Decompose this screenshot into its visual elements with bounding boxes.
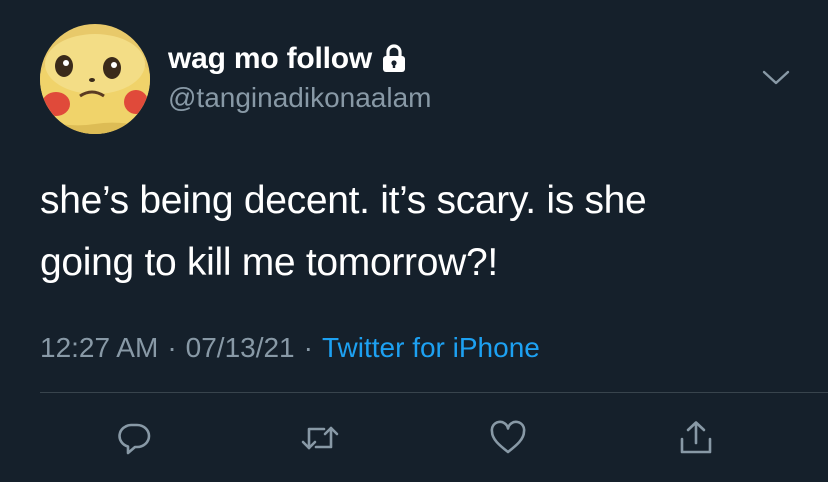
avatar[interactable] bbox=[40, 24, 150, 134]
meta-separator: · bbox=[303, 332, 313, 363]
tweet-time[interactable]: 12:27 AM bbox=[40, 332, 158, 363]
retweet-icon bbox=[300, 420, 340, 456]
meta-separator: · bbox=[167, 332, 177, 363]
lock-icon bbox=[382, 44, 406, 74]
tweet-card: wag mo follow @tanginadikonaalam she’s b… bbox=[0, 0, 828, 482]
tweet-text: she’s being decent. it’s scary. is she g… bbox=[40, 170, 800, 294]
divider bbox=[40, 392, 828, 393]
author-block[interactable]: wag mo follow @tanginadikonaalam bbox=[168, 40, 431, 114]
reply-button[interactable] bbox=[110, 414, 158, 462]
tweet-source-link[interactable]: Twitter for iPhone bbox=[322, 332, 540, 363]
tweet-text-line: she’s being decent. it’s scary. is she bbox=[40, 179, 647, 222]
display-name-row: wag mo follow bbox=[168, 40, 431, 78]
retweet-button[interactable] bbox=[296, 414, 344, 462]
display-name[interactable]: wag mo follow bbox=[168, 42, 372, 76]
user-handle[interactable]: @tanginadikonaalam bbox=[168, 82, 431, 114]
reply-icon bbox=[116, 420, 152, 456]
like-button[interactable] bbox=[484, 414, 532, 462]
tweet-date[interactable]: 07/13/21 bbox=[186, 332, 295, 363]
tweet-meta: 12:27 AM · 07/13/21 · Twitter for iPhone bbox=[40, 332, 540, 364]
action-bar bbox=[0, 414, 828, 462]
heart-icon bbox=[489, 420, 527, 456]
tweet-text-line: going to kill me tomorrow?! bbox=[40, 241, 498, 284]
pikachu-avatar-image bbox=[40, 24, 150, 134]
share-button[interactable] bbox=[672, 414, 720, 462]
chevron-down-icon[interactable] bbox=[760, 66, 792, 90]
share-icon bbox=[677, 419, 715, 457]
